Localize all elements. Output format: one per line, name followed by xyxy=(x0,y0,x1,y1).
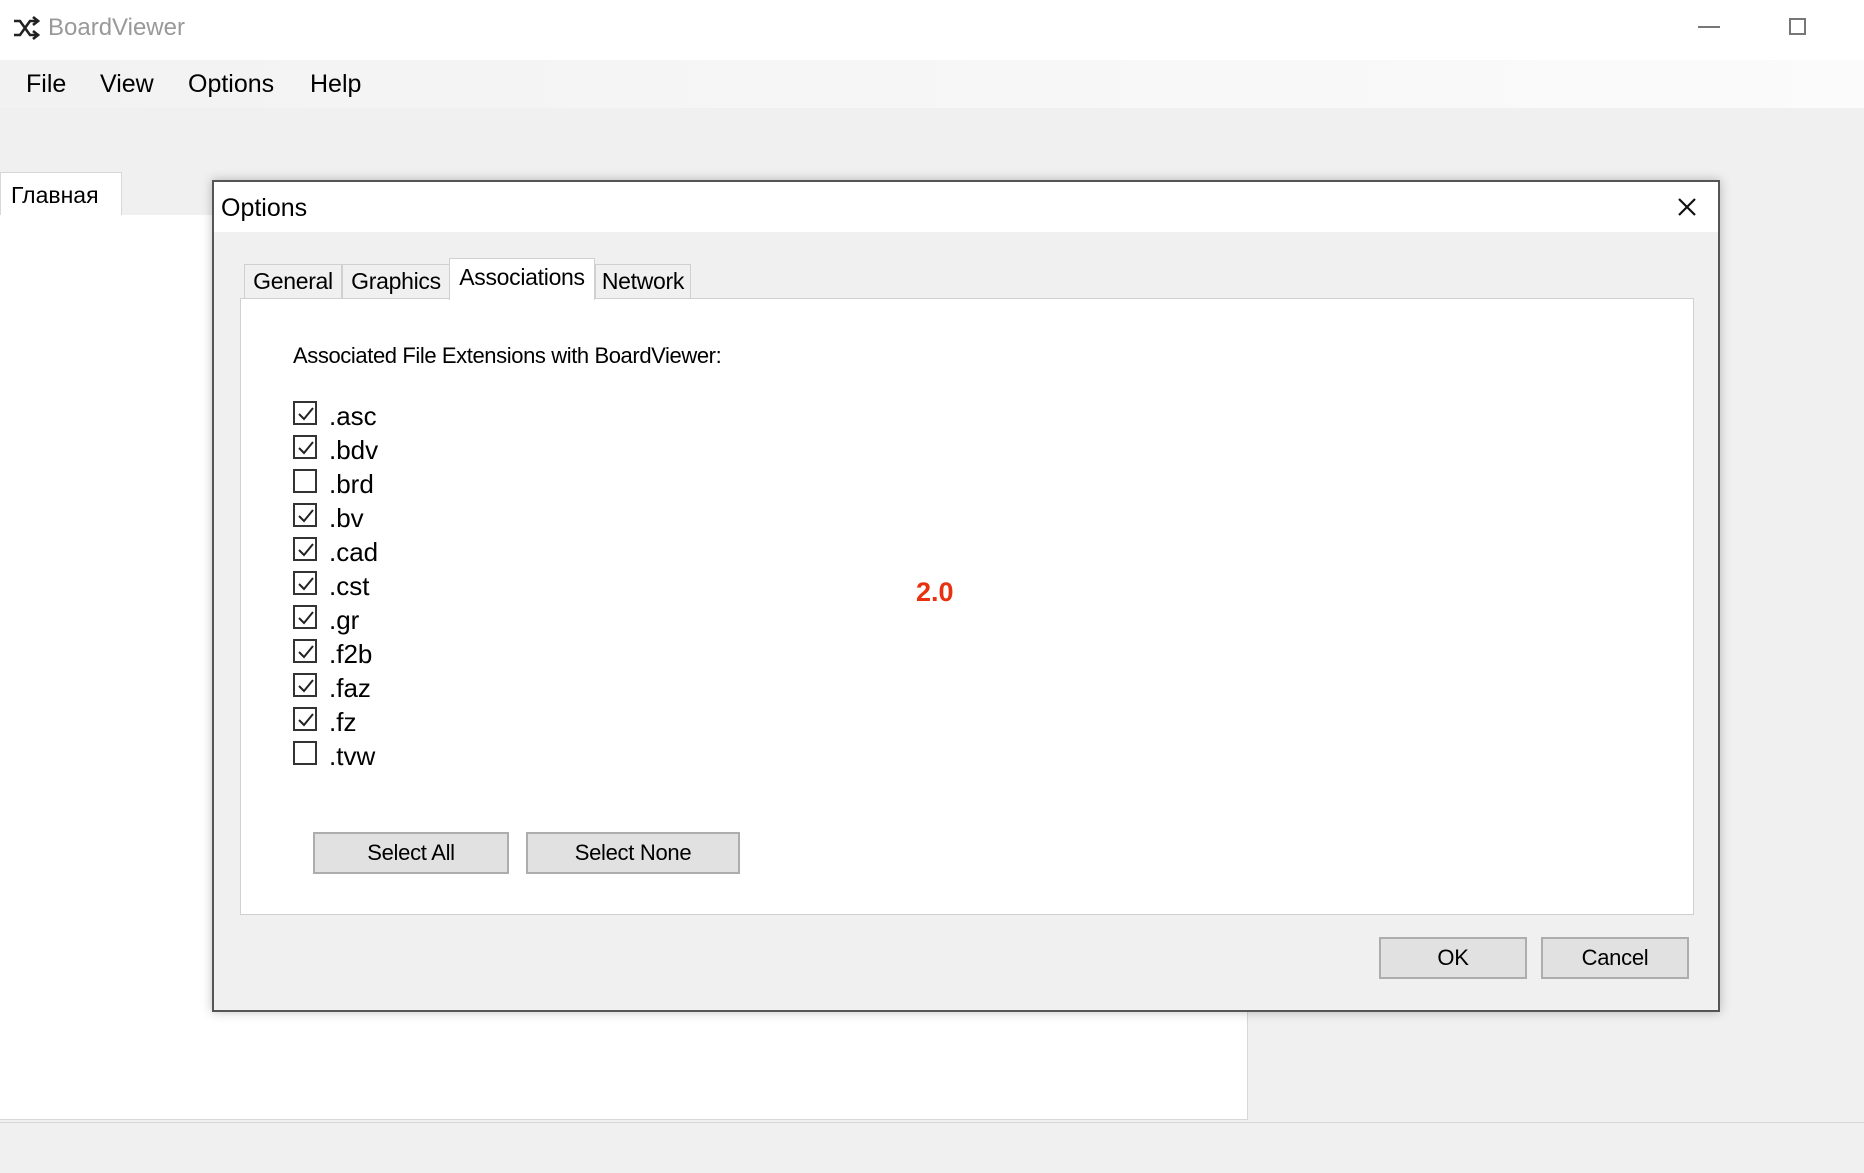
extension-checkbox[interactable] xyxy=(293,401,317,425)
extension-checkbox[interactable] xyxy=(293,503,317,527)
tab-main-label: Главная xyxy=(11,182,99,208)
extension-label: .gr xyxy=(329,605,360,635)
extension-checkbox[interactable] xyxy=(293,707,317,731)
menu-help[interactable]: Help xyxy=(306,68,365,101)
options-dialog: Options General Graphics Associations Ne… xyxy=(212,180,1720,1012)
extension-checkbox[interactable] xyxy=(293,571,317,595)
extension-label: .tvw xyxy=(329,741,376,771)
menu-view[interactable]: View xyxy=(96,68,158,101)
checkmark-icon xyxy=(298,713,314,727)
associations-label: Associated File Extensions with BoardVie… xyxy=(293,343,722,368)
extension-checkbox[interactable] xyxy=(293,435,317,459)
checkmark-icon xyxy=(298,543,314,557)
menu-file[interactable]: File xyxy=(22,68,70,101)
associations-panel: Associated File Extensions with BoardVie… xyxy=(240,298,1694,915)
checkmark-icon xyxy=(298,509,314,523)
dialog-title-bar: Options xyxy=(214,182,1718,232)
window-title: BoardViewer xyxy=(48,14,185,41)
version-label: 2.0 xyxy=(916,577,954,607)
extension-label: .bdv xyxy=(329,435,379,465)
cancel-button[interactable]: Cancel xyxy=(1541,937,1689,979)
checkmark-icon xyxy=(298,407,314,421)
extension-checkbox[interactable] xyxy=(293,639,317,663)
checkmark-icon xyxy=(298,645,314,659)
tab-graphics[interactable]: Graphics xyxy=(342,264,450,298)
extension-checkbox[interactable] xyxy=(293,605,317,629)
select-none-button[interactable]: Select None xyxy=(526,832,740,874)
extension-checkbox[interactable] xyxy=(293,673,317,697)
close-icon[interactable] xyxy=(1672,192,1702,222)
tab-network[interactable]: Network xyxy=(595,264,691,298)
ok-button[interactable]: OK xyxy=(1379,937,1527,979)
menu-options[interactable]: Options xyxy=(184,68,278,101)
maximize-button[interactable] xyxy=(1789,18,1806,35)
extension-label: .cad xyxy=(329,537,379,567)
checkmark-icon xyxy=(298,611,314,625)
extension-label: .brd xyxy=(329,469,374,499)
extension-label: .faz xyxy=(329,673,371,703)
minimize-button[interactable] xyxy=(1698,26,1720,28)
shuffle-icon xyxy=(14,15,40,41)
tab-main[interactable]: Главная xyxy=(0,172,122,216)
tab-general[interactable]: General xyxy=(244,264,342,298)
extension-label: .f2b xyxy=(329,639,373,669)
status-bar xyxy=(0,1122,1864,1173)
dialog-title: Options xyxy=(221,194,308,222)
tab-associations[interactable]: Associations xyxy=(449,258,595,300)
extension-label: .bv xyxy=(329,503,364,533)
extension-label: .cst xyxy=(329,571,370,601)
menu-bar: File View Options Help xyxy=(0,60,1864,108)
extension-label: .asc xyxy=(329,401,377,431)
extension-checkbox[interactable] xyxy=(293,741,317,765)
select-all-button[interactable]: Select All xyxy=(313,832,509,874)
title-bar: BoardViewer xyxy=(0,0,1864,60)
extension-label: .fz xyxy=(329,707,357,737)
checkmark-icon xyxy=(298,577,314,591)
extension-checkbox[interactable] xyxy=(293,537,317,561)
checkmark-icon xyxy=(298,441,314,455)
checkmark-icon xyxy=(298,679,314,693)
extension-checkbox[interactable] xyxy=(293,469,317,493)
